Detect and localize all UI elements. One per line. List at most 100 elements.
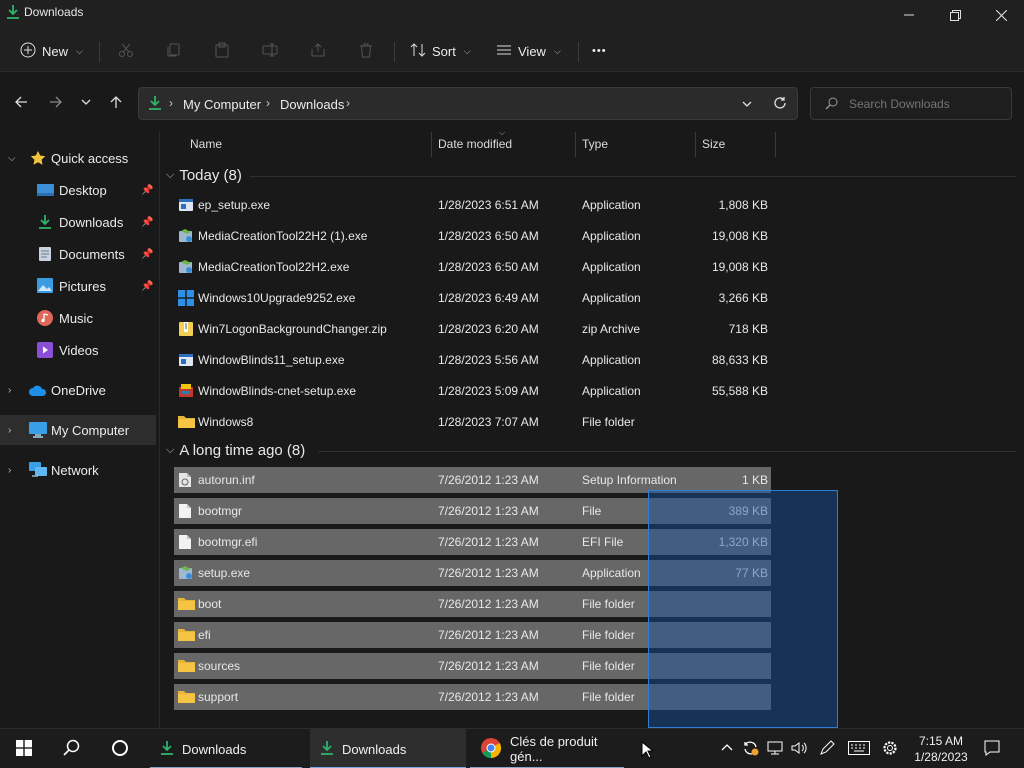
cortana-button[interactable] xyxy=(100,729,140,768)
back-button[interactable] xyxy=(7,88,35,118)
divider xyxy=(578,42,579,62)
sidebar-item-label: My Computer xyxy=(51,422,130,438)
column-divider[interactable] xyxy=(695,132,696,157)
taskbar-app-downloads-1[interactable]: Downloads xyxy=(150,729,302,768)
sidebar-item-quick-access[interactable]: ⌵ Quick access xyxy=(0,143,156,173)
file-row[interactable]: MediaCreationTool22H2 (1).exe 1/28/2023 6… xyxy=(174,223,771,249)
address-bar[interactable]: › My Computer › Downloads › xyxy=(138,87,798,120)
copy-button[interactable] xyxy=(158,36,190,66)
paste-button[interactable] xyxy=(206,36,238,66)
maximize-button[interactable] xyxy=(932,0,978,30)
taskbar-app-downloads-2[interactable]: Downloads xyxy=(310,729,466,768)
sidebar-item-downloads[interactable]: Downloads 📌 xyxy=(0,207,156,237)
see-more-button[interactable]: ••• xyxy=(586,36,613,66)
chevron-right-icon[interactable]: › xyxy=(8,385,20,396)
sort-button[interactable]: Sort ⌵ xyxy=(404,36,477,66)
file-name: WindowBlinds-cnet-setup.exe xyxy=(198,384,357,398)
cut-button[interactable] xyxy=(110,36,142,66)
column-divider[interactable] xyxy=(575,132,576,157)
minimize-button[interactable] xyxy=(886,0,932,30)
column-header-type[interactable]: Type xyxy=(582,137,608,151)
sidebar-item-videos[interactable]: Videos xyxy=(0,335,156,365)
search-box[interactable] xyxy=(810,87,1012,120)
chevron-right-icon[interactable]: › xyxy=(8,465,20,476)
file-row[interactable]: Win7LogonBackgroundChanger.zip 1/28/2023 … xyxy=(174,316,771,342)
forward-button[interactable] xyxy=(42,88,70,118)
file-size: 1 KB xyxy=(741,473,768,487)
recent-locations-button[interactable] xyxy=(72,88,100,118)
chevron-down-icon: ⌵ xyxy=(166,168,175,181)
file-row[interactable]: Windows8 1/28/2023 7:07 AM File folder xyxy=(174,409,771,435)
file-date: 1/28/2023 6:50 AM xyxy=(438,229,539,243)
rename-button[interactable] xyxy=(254,36,286,66)
sidebar-item-documents[interactable]: Documents 📌 xyxy=(0,239,156,269)
arrow-up-icon xyxy=(109,95,123,112)
file-row[interactable]: WindowBlinds11_setup.exe 1/28/2023 5:56 A… xyxy=(174,347,771,373)
search-input[interactable] xyxy=(849,95,1004,113)
file-size: 55,588 KB xyxy=(711,384,768,398)
chevron-down-icon[interactable]: ⌵ xyxy=(8,153,20,164)
download-icon xyxy=(38,214,55,230)
keyboard-tray-button[interactable] xyxy=(845,729,873,768)
group-label: A long time ago (8) xyxy=(179,441,306,459)
chevron-right-icon: › xyxy=(266,96,270,110)
address-dropdown-icon[interactable] xyxy=(741,98,753,113)
exe-icon xyxy=(178,352,194,368)
volume-tray-button[interactable] xyxy=(787,729,811,768)
column-header-size[interactable]: Size xyxy=(702,137,725,151)
group-header-today[interactable]: ⌵ Today (8) xyxy=(166,164,242,186)
sidebar-item-network[interactable]: › Network xyxy=(0,455,156,485)
sidebar-item-desktop[interactable]: Desktop 📌 xyxy=(0,175,156,205)
sidebar-item-label: Videos xyxy=(59,342,99,358)
taskbar-app-chrome[interactable]: Clés de produit gén... xyxy=(470,729,624,768)
file-name: WindowBlinds11_setup.exe xyxy=(198,353,345,367)
close-button[interactable] xyxy=(978,0,1024,30)
chevron-right-icon[interactable]: › xyxy=(8,425,20,436)
start-button[interactable] xyxy=(4,729,44,768)
up-button[interactable] xyxy=(102,88,130,118)
search-icon xyxy=(63,739,81,760)
file-row[interactable]: WindowBlinds-cnet-setup.exe 1/28/2023 5:0… xyxy=(174,378,771,404)
sidebar-item-pictures[interactable]: Pictures 📌 xyxy=(0,271,156,301)
cortana-icon xyxy=(111,739,129,760)
file-row[interactable]: Windows10Upgrade9252.exe 1/28/2023 6:49 A… xyxy=(174,285,771,311)
sidebar-item-music[interactable]: Music xyxy=(0,303,156,333)
view-label: View xyxy=(518,43,546,59)
sync-tray-button[interactable] xyxy=(739,729,763,768)
file-type: Setup Information xyxy=(582,473,677,487)
taskbar-app-label: Downloads xyxy=(342,741,407,757)
zip-icon xyxy=(178,321,194,337)
download-icon xyxy=(320,740,334,759)
column-divider[interactable] xyxy=(775,132,776,157)
column-header-name[interactable]: Name xyxy=(190,137,222,151)
view-button[interactable]: View ⌵ xyxy=(490,36,567,66)
file-type: EFI File xyxy=(582,535,624,549)
file-size: 3,266 KB xyxy=(718,291,768,305)
breadcrumb-downloads[interactable]: Downloads xyxy=(280,97,344,112)
share-button[interactable] xyxy=(302,36,334,66)
chevron-right-icon: › xyxy=(169,96,173,110)
column-header-date[interactable]: Date modified xyxy=(438,137,512,151)
column-divider[interactable] xyxy=(431,132,432,157)
breadcrumb-my-computer[interactable]: My Computer xyxy=(183,97,261,112)
notifications-button[interactable] xyxy=(980,729,1004,768)
network-tray-button[interactable] xyxy=(763,729,787,768)
file-row[interactable]: ep_setup.exe 1/28/2023 6:51 AM Application… xyxy=(174,192,771,218)
delete-button[interactable] xyxy=(350,36,382,66)
sidebar-item-my-computer[interactable]: › My Computer xyxy=(0,415,156,445)
file-type: Application xyxy=(582,198,641,212)
new-button[interactable]: New ⌵ xyxy=(14,36,89,66)
search-button[interactable] xyxy=(52,729,92,768)
file-row[interactable]: MediaCreationTool22H2.exe 1/28/2023 6:50 … xyxy=(174,254,771,280)
pen-tray-button[interactable] xyxy=(815,729,839,768)
show-hidden-icons-button[interactable] xyxy=(715,729,739,768)
arrow-left-icon xyxy=(14,95,28,112)
settings-tray-button[interactable] xyxy=(878,729,902,768)
chevron-down-icon: ⌵ xyxy=(463,45,471,56)
file-date: 1/28/2023 5:56 AM xyxy=(438,353,539,367)
group-header-long-ago[interactable]: ⌵ A long time ago (8) xyxy=(166,439,305,461)
refresh-icon[interactable] xyxy=(773,96,787,113)
file-size: 718 KB xyxy=(728,322,768,336)
clock[interactable]: 7:15 AM 1/28/2023 xyxy=(905,733,977,765)
sidebar-item-onedrive[interactable]: › OneDrive xyxy=(0,375,156,405)
